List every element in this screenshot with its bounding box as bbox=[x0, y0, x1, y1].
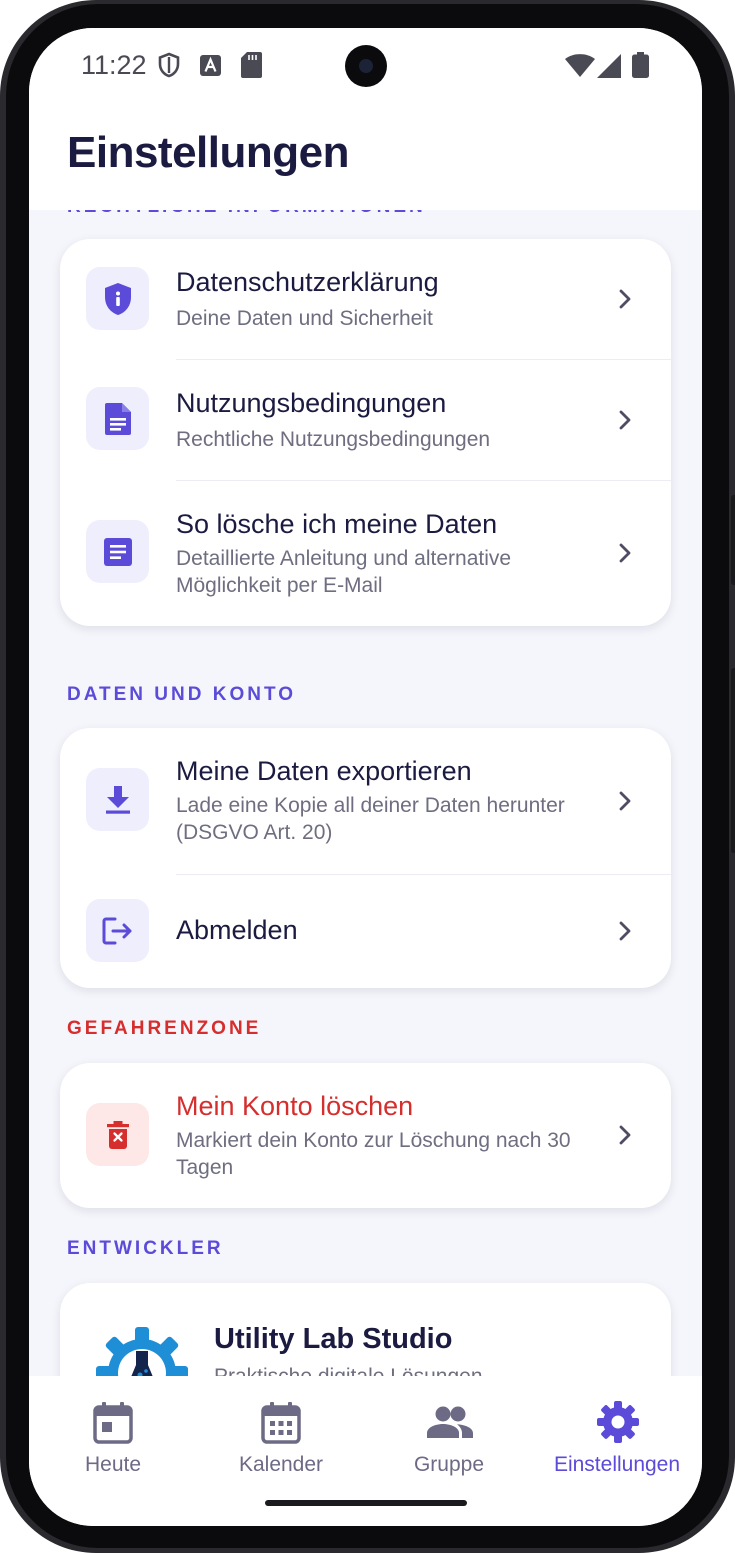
logout-icon-box bbox=[86, 899, 149, 962]
signal-icon bbox=[597, 54, 621, 78]
guide-icon-box bbox=[86, 520, 149, 583]
phone-frame: 11:22 Einstellungen Datenschutzerklärung… bbox=[0, 0, 735, 1553]
export-data-row[interactable]: Meine Daten exportieren Lade eine Kopie … bbox=[60, 728, 671, 874]
app-header: Einstellungen bbox=[29, 108, 702, 210]
nav-item-heute[interactable]: Heute bbox=[29, 1376, 197, 1496]
download-icon bbox=[105, 785, 130, 814]
chevron-right-icon bbox=[619, 921, 631, 941]
section-label-developer: ENTWICKLER bbox=[67, 1238, 224, 1259]
row-subtitle: Deine Daten und Sicherheit bbox=[176, 307, 433, 330]
row-subtitle: Markiert dein Konto zur Löschung nach 30… bbox=[176, 1129, 571, 1179]
home-indicator[interactable] bbox=[265, 1500, 467, 1506]
row-title: So lösche ich meine Daten bbox=[176, 509, 498, 539]
export-icon-box bbox=[86, 768, 149, 831]
calendar-today-icon bbox=[93, 1402, 133, 1444]
power-button bbox=[731, 668, 735, 853]
nav-label: Gruppe bbox=[413, 1453, 485, 1476]
danger-card: Mein Konto löschen Markiert dein Konto z… bbox=[60, 1063, 671, 1208]
developer-tagline: Praktische digitale Lösungen bbox=[214, 1363, 634, 1376]
status-bar: 11:22 bbox=[29, 28, 702, 108]
row-subtitle: Detaillierte Anleitung und alternative M… bbox=[176, 547, 512, 597]
front-camera bbox=[345, 45, 387, 87]
sd-card-icon bbox=[241, 52, 262, 78]
chevron-right-icon bbox=[619, 1125, 631, 1145]
section-label-account: DATEN UND KONTO bbox=[67, 684, 297, 705]
section-label-legal: RECHTLICHE INFORMATIONEN bbox=[67, 210, 426, 218]
nav-item-einstellungen[interactable]: Einstellungen bbox=[533, 1376, 701, 1496]
chevron-right-icon bbox=[619, 543, 631, 563]
account-card: Meine Daten exportieren Lade eine Kopie … bbox=[60, 728, 671, 988]
row-subtitle: Rechtliche Nutzungsbedingungen bbox=[176, 428, 491, 451]
nav-label: Einstellungen bbox=[553, 1453, 681, 1476]
terms-row[interactable]: Nutzungsbedingungen Rechtliche Nutzungsb… bbox=[60, 360, 671, 480]
developer-logo bbox=[96, 1327, 188, 1376]
chevron-right-icon bbox=[619, 410, 631, 430]
group-icon bbox=[427, 1406, 473, 1438]
privacy-policy-row[interactable]: Datenschutzerklärung Deine Daten und Sic… bbox=[60, 239, 671, 359]
nav-item-kalender[interactable]: Kalender bbox=[197, 1376, 365, 1496]
privacy-icon-box bbox=[86, 267, 149, 330]
row-subtitle: Lade eine Kopie all deiner Daten herunte… bbox=[176, 794, 565, 844]
legal-card: Datenschutzerklärung Deine Daten und Sic… bbox=[60, 239, 671, 626]
status-time: 11:22 bbox=[81, 50, 147, 80]
shield-info-icon bbox=[104, 282, 131, 315]
nav-label: Kalender bbox=[238, 1453, 324, 1476]
nav-item-gruppe[interactable]: Gruppe bbox=[365, 1376, 533, 1496]
developer-card[interactable]: Utility Lab Studio Praktische digitale L… bbox=[60, 1283, 671, 1376]
row-title: Meine Daten exportieren bbox=[176, 756, 472, 786]
logout-icon bbox=[102, 917, 131, 944]
volume-up-button bbox=[731, 495, 735, 585]
delete-data-guide-row[interactable]: So lösche ich meine Daten Detaillierte A… bbox=[60, 481, 671, 626]
calendar-month-icon bbox=[261, 1402, 301, 1444]
row-title: Mein Konto löschen bbox=[176, 1091, 414, 1121]
screen: 11:22 Einstellungen Datenschutzerklärung… bbox=[29, 28, 702, 1526]
row-title: Datenschutzerklärung bbox=[176, 267, 439, 297]
row-title: Abmelden bbox=[176, 915, 298, 945]
gear-icon bbox=[597, 1401, 639, 1443]
settings-scroll-area[interactable]: RECHTLICHE INFORMATIONEN Datenschutzerkl… bbox=[29, 210, 702, 1376]
chevron-right-icon bbox=[619, 791, 631, 811]
nav-label: Heute bbox=[84, 1453, 142, 1476]
logout-row[interactable]: Abmelden bbox=[60, 875, 671, 988]
delete-icon-box bbox=[86, 1103, 149, 1166]
article-icon bbox=[103, 537, 132, 566]
section-label-danger: GEFAHRENZONE bbox=[67, 1018, 262, 1039]
delete-account-row[interactable]: Mein Konto löschen Markiert dein Konto z… bbox=[60, 1063, 671, 1208]
page-title: Einstellungen bbox=[67, 128, 349, 177]
wifi-icon bbox=[565, 54, 595, 77]
shield-status-icon bbox=[158, 52, 180, 78]
battery-icon bbox=[632, 52, 649, 78]
row-title: Nutzungsbedingungen bbox=[176, 388, 447, 418]
developer-name: Utility Lab Studio bbox=[214, 1323, 453, 1355]
terms-icon-box bbox=[86, 387, 149, 450]
chevron-right-icon bbox=[619, 289, 631, 309]
delete-icon bbox=[106, 1120, 129, 1149]
font-status-icon bbox=[200, 55, 221, 76]
document-icon bbox=[104, 402, 131, 435]
